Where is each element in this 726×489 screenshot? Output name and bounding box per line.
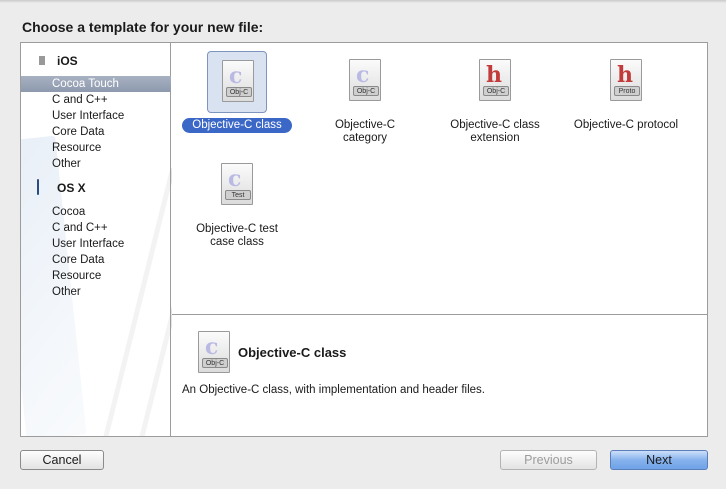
- dialog-title: Choose a template for your new file:: [22, 19, 264, 35]
- sidebar-group-ios: iOS: [37, 52, 78, 70]
- sidebar-group-label: iOS: [57, 54, 78, 68]
- sidebar-item-ios-c-and-cpp[interactable]: C and C++: [21, 92, 171, 108]
- sidebar-item-osx-cocoa[interactable]: Cocoa: [21, 204, 171, 220]
- template-label: Objective-C class: [182, 118, 292, 133]
- template-category-sidebar: iOS Cocoa Touch C and C++ User Interface…: [21, 43, 171, 436]
- sidebar-item-ios-cocoa-touch[interactable]: Cocoa Touch: [21, 76, 171, 92]
- next-button[interactable]: Next: [610, 450, 708, 470]
- template-chooser-panel: iOS Cocoa Touch C and C++ User Interface…: [20, 42, 708, 437]
- mac-icon: [37, 179, 51, 196]
- template-label: Objective-C class extension: [450, 119, 540, 144]
- template-objc-test-case-class[interactable]: c Test Objective-C test case class: [172, 155, 302, 250]
- sidebar-item-ios-other[interactable]: Other: [21, 156, 171, 172]
- template-label: Objective-C protocol: [573, 119, 679, 131]
- sidebar-group-label: OS X: [57, 181, 86, 195]
- sidebar-item-ios-user-interface[interactable]: User Interface: [21, 108, 171, 124]
- window-top-edge: [0, 0, 726, 3]
- selected-template-file-icon: c Obj-C: [184, 327, 244, 378]
- sidebar-item-osx-other[interactable]: Other: [21, 284, 171, 300]
- template-grid: c Obj-C Objective-C class c Obj-C Objectiv…: [172, 43, 707, 314]
- iphone-icon: [37, 53, 51, 69]
- objc-class-extension-file-icon: h Obj-C: [465, 51, 525, 113]
- description-text: An Objective-C class, with implementatio…: [182, 384, 485, 396]
- template-description-pane: c Obj-C Objective-C class An Objective-C …: [172, 315, 707, 436]
- sidebar-item-osx-c-and-cpp[interactable]: C and C++: [21, 220, 171, 236]
- template-objc-class-extension[interactable]: h Obj-C Objective-C class extension: [430, 51, 560, 146]
- cancel-button[interactable]: Cancel: [20, 450, 104, 470]
- sidebar-item-ios-core-data[interactable]: Core Data: [21, 124, 171, 140]
- template-label: Objective-C category: [334, 119, 396, 144]
- sidebar-group-osx: OS X: [37, 179, 86, 197]
- sidebar-item-osx-core-data[interactable]: Core Data: [21, 252, 171, 268]
- sidebar-item-ios-resource[interactable]: Resource: [21, 140, 171, 156]
- objc-protocol-file-icon: h Proto: [596, 51, 656, 113]
- sidebar-item-osx-resource[interactable]: Resource: [21, 268, 171, 284]
- sidebar-item-osx-user-interface[interactable]: User Interface: [21, 236, 171, 252]
- objc-test-case-file-icon: c Test: [207, 155, 267, 217]
- previous-button[interactable]: Previous: [500, 450, 597, 470]
- template-objc-protocol[interactable]: h Proto Objective-C protocol: [560, 51, 692, 133]
- template-objc-category[interactable]: c Obj-C Objective-C category: [300, 51, 430, 146]
- objc-class-file-icon: c Obj-C: [207, 51, 267, 113]
- objc-category-file-icon: c Obj-C: [335, 51, 395, 113]
- description-title: Objective-C class: [238, 345, 347, 360]
- template-objc-class[interactable]: c Obj-C Objective-C class: [172, 51, 302, 133]
- template-label: Objective-C test case class: [196, 223, 278, 248]
